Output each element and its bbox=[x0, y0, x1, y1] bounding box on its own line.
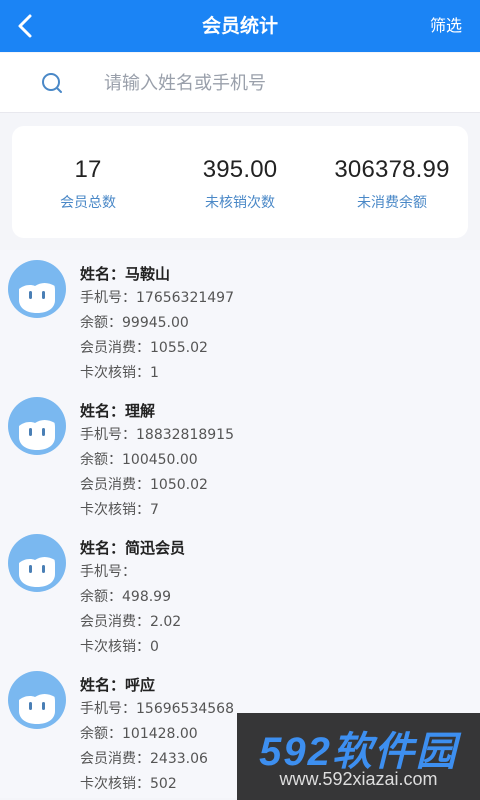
member-redeem: 0 bbox=[150, 639, 159, 655]
member-name: 理解 bbox=[125, 402, 156, 420]
search-bar bbox=[0, 53, 480, 113]
stat-value: 306378.99 bbox=[334, 156, 450, 183]
balance-label: 余额： bbox=[80, 452, 122, 468]
list-item[interactable]: 姓名：简迅会员 手机号： 余额：498.99 会员消费：2.02 卡次核销：0 bbox=[0, 524, 480, 661]
page-title: 会员统计 bbox=[201, 15, 278, 37]
member-redeem-row: 卡次核销：1 bbox=[80, 361, 234, 386]
search-icon bbox=[42, 73, 62, 93]
member-balance-row: 余额：498.99 bbox=[80, 585, 185, 610]
member-phone: 15696534568 bbox=[136, 701, 234, 717]
member-info: 姓名：理解 手机号：18832818915 余额：100450.00 会员消费：… bbox=[80, 399, 234, 523]
stat-unredeemed-count: 395.00 未核销次数 bbox=[164, 126, 316, 238]
stat-label: 未消费余额 bbox=[357, 195, 427, 211]
default-avatar-icon bbox=[8, 671, 66, 729]
member-balance: 498.99 bbox=[122, 589, 171, 605]
phone-label: 手机号： bbox=[80, 701, 136, 717]
spend-label: 会员消费： bbox=[80, 751, 150, 767]
member-phone-row: 手机号：18832818915 bbox=[80, 423, 234, 448]
redeem-label: 卡次核销： bbox=[80, 365, 150, 381]
member-name: 马鞍山 bbox=[125, 265, 171, 283]
member-phone: 17656321497 bbox=[136, 290, 234, 306]
top-bar: 会员统计 筛选 bbox=[0, 0, 480, 52]
list-item[interactable]: 姓名：理解 手机号：18832818915 余额：100450.00 会员消费：… bbox=[0, 387, 480, 524]
member-name-row: 姓名：呼应 bbox=[80, 673, 234, 697]
phone-label: 手机号： bbox=[80, 564, 136, 580]
stat-unspent-balance: 306378.99 未消费余额 bbox=[316, 126, 468, 238]
member-name-row: 姓名：简迅会员 bbox=[80, 536, 185, 560]
name-label: 姓名： bbox=[80, 402, 126, 420]
list-item[interactable]: 姓名：马鞍山 手机号：17656321497 余额：99945.00 会员消费：… bbox=[0, 250, 480, 387]
name-label: 姓名： bbox=[80, 539, 126, 557]
member-spend-row: 会员消费：1050.02 bbox=[80, 473, 234, 498]
search-input[interactable] bbox=[104, 65, 444, 101]
watermark: 592软件园 www.592xiazai.com bbox=[237, 713, 480, 800]
member-balance: 101428.00 bbox=[122, 726, 198, 742]
stat-value: 17 bbox=[74, 156, 102, 183]
stat-label: 未核销次数 bbox=[205, 195, 275, 211]
member-phone-row: 手机号： bbox=[80, 560, 185, 585]
member-info: 姓名：简迅会员 手机号： 余额：498.99 会员消费：2.02 卡次核销：0 bbox=[80, 536, 185, 660]
redeem-label: 卡次核销： bbox=[80, 639, 150, 655]
member-spend: 2433.06 bbox=[150, 751, 208, 767]
member-balance: 99945.00 bbox=[122, 315, 189, 331]
member-spend: 1050.02 bbox=[150, 477, 208, 493]
member-spend-row: 会员消费：2433.06 bbox=[80, 747, 234, 772]
member-redeem-row: 卡次核销：0 bbox=[80, 635, 185, 660]
member-phone: 18832818915 bbox=[136, 427, 234, 443]
name-label: 姓名： bbox=[80, 265, 126, 283]
balance-label: 余额： bbox=[80, 726, 122, 742]
name-label: 姓名： bbox=[80, 676, 126, 694]
member-spend: 1055.02 bbox=[150, 340, 208, 356]
member-redeem-row: 卡次核销：502 bbox=[80, 772, 234, 797]
balance-label: 余额： bbox=[80, 589, 122, 605]
phone-label: 手机号： bbox=[80, 427, 136, 443]
member-balance-row: 余额：99945.00 bbox=[80, 311, 234, 336]
stat-total-members: 17 会员总数 bbox=[12, 126, 164, 238]
spend-label: 会员消费： bbox=[80, 477, 150, 493]
spend-label: 会员消费： bbox=[80, 614, 150, 630]
stats-summary-card: 17 会员总数 395.00 未核销次数 306378.99 未消费余额 bbox=[12, 126, 468, 238]
member-info: 姓名：马鞍山 手机号：17656321497 余额：99945.00 会员消费：… bbox=[80, 262, 234, 386]
member-info: 姓名：呼应 手机号：15696534568 余额：101428.00 会员消费：… bbox=[80, 673, 234, 797]
member-redeem: 1 bbox=[150, 365, 159, 381]
redeem-label: 卡次核销： bbox=[80, 776, 150, 792]
member-name: 简迅会员 bbox=[125, 539, 186, 557]
member-redeem: 502 bbox=[150, 776, 177, 792]
redeem-label: 卡次核销： bbox=[80, 502, 150, 518]
member-spend-row: 会员消费：2.02 bbox=[80, 610, 185, 635]
default-avatar-icon bbox=[8, 534, 66, 592]
watermark-url: www.592xiazai.com bbox=[279, 769, 438, 789]
member-name-row: 姓名：马鞍山 bbox=[80, 262, 234, 286]
member-spend: 2.02 bbox=[150, 614, 182, 630]
member-phone-row: 手机号：15696534568 bbox=[80, 697, 234, 722]
member-name: 呼应 bbox=[125, 676, 156, 694]
member-redeem: 7 bbox=[150, 502, 159, 518]
default-avatar-icon bbox=[8, 397, 66, 455]
spend-label: 会员消费： bbox=[80, 340, 150, 356]
member-balance: 100450.00 bbox=[122, 452, 198, 468]
default-avatar-icon bbox=[8, 260, 66, 318]
phone-label: 手机号： bbox=[80, 290, 136, 306]
member-balance-row: 余额：101428.00 bbox=[80, 722, 234, 747]
filter-button[interactable]: 筛选 bbox=[430, 0, 462, 52]
member-phone-row: 手机号：17656321497 bbox=[80, 286, 234, 311]
member-name-row: 姓名：理解 bbox=[80, 399, 234, 423]
member-spend-row: 会员消费：1055.02 bbox=[80, 336, 234, 361]
member-balance-row: 余额：100450.00 bbox=[80, 448, 234, 473]
stat-label: 会员总数 bbox=[60, 195, 116, 211]
balance-label: 余额： bbox=[80, 315, 122, 331]
stat-value: 395.00 bbox=[202, 156, 278, 183]
member-redeem-row: 卡次核销：7 bbox=[80, 498, 234, 523]
